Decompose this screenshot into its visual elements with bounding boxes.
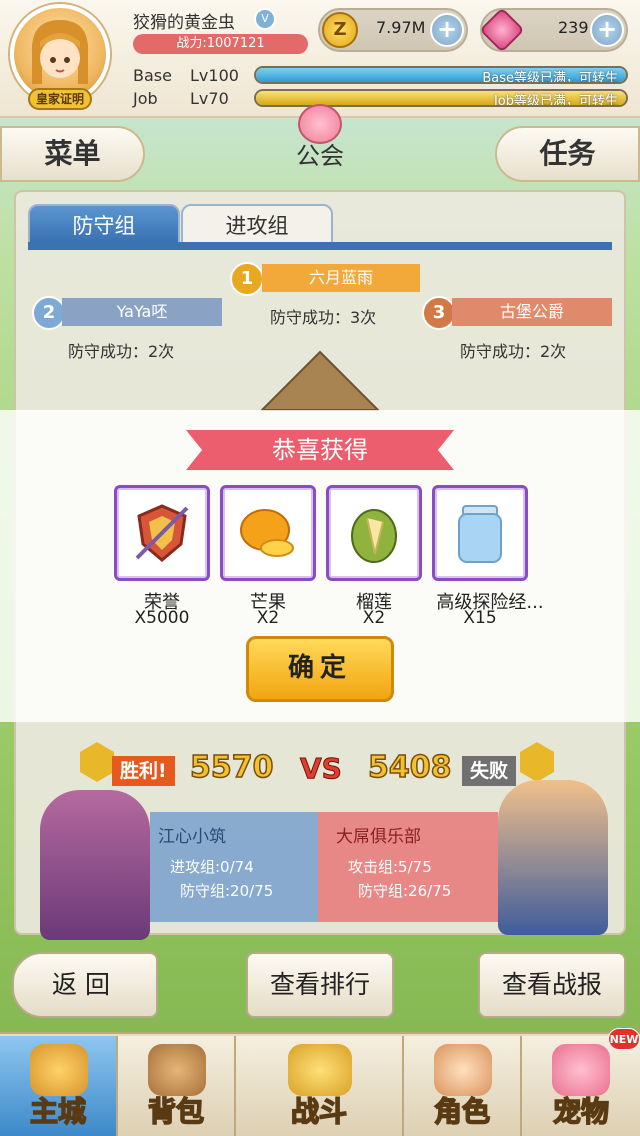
rank-3-result: 防守成功：2次 xyxy=(460,342,567,361)
dock-item-battle[interactable]: 战斗 xyxy=(236,1036,404,1136)
left-score: 5570 xyxy=(189,749,274,786)
left-guild-card[interactable]: 江心小筑 进攻组:0/74 防守组:20/75 xyxy=(150,812,318,922)
rank-3-medal-icon: 3 xyxy=(422,296,456,330)
add-zeny-button[interactable]: + xyxy=(430,13,464,47)
dock-label: 宠物 xyxy=(552,1094,610,1129)
rank-2-result: 防守成功：2次 xyxy=(68,342,175,361)
coin-icon: Z xyxy=(322,12,358,48)
dock-label: 角色 xyxy=(433,1094,491,1129)
avatar-portrait-icon xyxy=(31,20,89,84)
reward-item-qty: X2 xyxy=(256,608,280,628)
dock-item-pet[interactable]: 宠物 xyxy=(522,1036,640,1136)
dock-item-main-city[interactable]: 主城 xyxy=(0,1036,118,1136)
job-exp-note: Job等级已满，可转生 xyxy=(493,94,618,107)
reward-item-qty: X15 xyxy=(463,608,497,628)
job-level: Lv70 xyxy=(190,89,229,108)
tab-underline xyxy=(28,242,612,250)
dock-item-character[interactable]: 角色 xyxy=(404,1036,522,1136)
new-badge: NEW xyxy=(608,1028,640,1050)
win-tag: 胜利! xyxy=(112,756,175,786)
tab-attack[interactable]: 进攻组 xyxy=(181,204,333,244)
reward-item-qty: X5000 xyxy=(134,608,190,628)
rank-2-medal-icon: 2 xyxy=(32,296,66,330)
honor-shield-icon xyxy=(135,504,189,562)
reward-item-exp-jar[interactable] xyxy=(432,485,528,581)
gem-value: 239 xyxy=(558,18,589,37)
rank-2-name: YaYa呸 xyxy=(62,298,222,326)
tab-defense[interactable]: 防守组 xyxy=(28,204,180,244)
character-face-icon xyxy=(434,1044,492,1096)
exp-jar-icon xyxy=(458,505,502,563)
mango-icon xyxy=(240,509,294,557)
left-guild-defense: 防守组:20/75 xyxy=(180,882,274,900)
tent-icon xyxy=(260,350,380,411)
page-title: 公会 xyxy=(296,142,344,170)
left-team-characters xyxy=(40,790,150,940)
backpack-icon xyxy=(148,1044,206,1096)
tasks-button[interactable]: 任务 xyxy=(495,126,640,182)
vip-shield-icon: V xyxy=(254,8,276,30)
rank-3-name: 古堡公爵 xyxy=(452,298,612,326)
reward-item-honor[interactable] xyxy=(114,485,210,581)
job-label: Job xyxy=(133,89,158,108)
left-guild-attack: 进攻组:0/74 xyxy=(170,858,254,876)
reward-item-qty: X2 xyxy=(362,608,386,628)
base-level: Lv100 xyxy=(190,66,239,85)
dock-item-bag[interactable]: 背包 xyxy=(118,1036,236,1136)
royal-badge[interactable]: 皇家证明 xyxy=(28,88,92,110)
right-guild-name: 大屌俱乐部 xyxy=(336,827,421,847)
base-exp-bar: Base等级已满，可转生 xyxy=(254,66,628,84)
right-team-characters xyxy=(498,780,608,935)
player-name: 狡猾的黄金虫 xyxy=(133,13,235,33)
back-button[interactable]: 返回 xyxy=(12,952,158,1018)
reward-item-mango[interactable] xyxy=(220,485,316,581)
base-exp-note: Base等级已满，可转生 xyxy=(482,71,618,84)
add-gems-button[interactable]: + xyxy=(590,13,624,47)
rank-1-result: 防守成功：3次 xyxy=(270,308,377,327)
view-report-button[interactable]: 查看战报 xyxy=(478,952,626,1018)
dock-label: 背包 xyxy=(147,1094,205,1129)
right-guild-attack: 攻击组:5/75 xyxy=(348,858,432,876)
castle-icon xyxy=(30,1044,88,1096)
vs-label: VS xyxy=(300,752,343,786)
confirm-button[interactable]: 确定 xyxy=(246,636,394,702)
left-guild-name: 江心小筑 xyxy=(158,827,226,847)
reward-title: 恭喜获得 xyxy=(186,430,454,470)
crossed-swords-icon xyxy=(288,1044,352,1096)
combat-power: 战力:1007121 xyxy=(133,34,308,54)
menu-button[interactable]: 菜单 xyxy=(0,126,145,182)
lose-tag: 失败 xyxy=(462,756,517,786)
reward-item-durian[interactable] xyxy=(326,485,422,581)
view-ranking-button[interactable]: 查看排行 xyxy=(246,952,394,1018)
base-label: Base xyxy=(133,66,172,85)
right-guild-card[interactable]: 大屌俱乐部 攻击组:5/75 防守组:26/75 xyxy=(318,812,498,922)
rank-1-medal-icon: 1 xyxy=(230,262,264,296)
right-guild-defense: 防守组:26/75 xyxy=(358,882,452,900)
zeny-value: 7.97M xyxy=(376,18,426,37)
poring-pet-icon xyxy=(552,1044,610,1096)
dock-label: 主城 xyxy=(29,1094,87,1129)
dock-label: 战斗 xyxy=(290,1094,348,1129)
rank-1-name: 六月蓝雨 xyxy=(262,264,420,292)
durian-icon xyxy=(351,509,397,563)
job-exp-bar: Job等级已满，可转生 xyxy=(254,89,628,107)
right-score: 5408 xyxy=(367,749,452,786)
